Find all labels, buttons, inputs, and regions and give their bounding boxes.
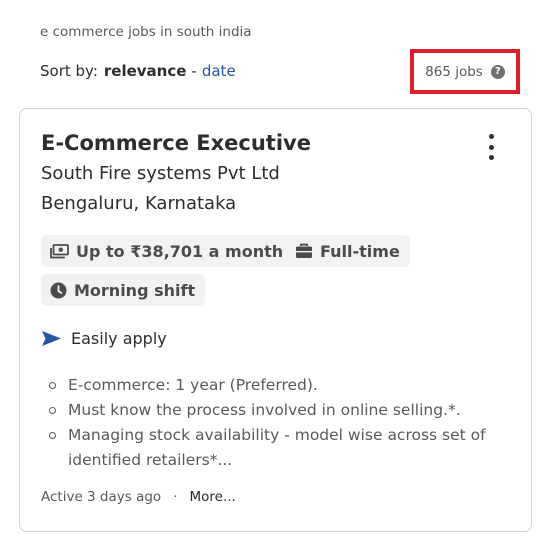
job-count-highlight: 865 jobs ? — [410, 49, 520, 94]
briefcase-icon — [296, 243, 312, 258]
help-icon[interactable]: ? — [490, 64, 505, 79]
more-link[interactable]: More... — [190, 489, 236, 505]
footer-separator: · — [173, 489, 178, 505]
shift-tag: Morning shift — [41, 274, 206, 306]
snippet-item: Must know the process involved in online… — [48, 398, 498, 423]
salary-text: Up to ₹38,701 a month — [76, 241, 284, 261]
more-options-icon[interactable] — [483, 134, 499, 160]
posted-date: Active 3 days ago — [41, 489, 162, 505]
job-type-text: Full-time — [320, 241, 400, 261]
search-query-text: e commerce jobs in south india — [40, 24, 252, 40]
job-count: 865 jobs — [425, 63, 483, 80]
job-title[interactable]: E-Commerce Executive — [41, 131, 311, 155]
easily-apply: Easily apply — [41, 329, 167, 348]
sort-separator: - — [191, 62, 197, 80]
easily-apply-label: Easily apply — [71, 329, 167, 348]
salary-tag: Up to ₹38,701 a month — [41, 235, 294, 267]
sort-controls: Sort by: relevance - date — [40, 62, 236, 80]
job-card[interactable]: E-Commerce Executive South Fire systems … — [19, 108, 532, 532]
sort-active-relevance: relevance — [103, 62, 187, 80]
snippet-item: Managing stock availability - model wise… — [48, 423, 498, 473]
job-location: Bengaluru, Karnataka — [41, 193, 237, 214]
shift-text: Morning shift — [74, 280, 196, 300]
job-type-tag: Full-time — [286, 235, 410, 267]
clock-icon — [50, 282, 67, 298]
money-icon — [50, 243, 69, 258]
job-footer: Active 3 days ago · More... — [41, 489, 236, 505]
company-name: South Fire systems Pvt Ltd — [41, 163, 280, 184]
sort-label: Sort by: — [40, 62, 98, 80]
send-arrow-icon — [42, 331, 61, 346]
sort-by-date-link[interactable]: date — [202, 62, 236, 80]
job-snippet: E-commerce: 1 year (Preferred). Must kno… — [48, 373, 498, 473]
snippet-item: E-commerce: 1 year (Preferred). — [48, 373, 498, 398]
